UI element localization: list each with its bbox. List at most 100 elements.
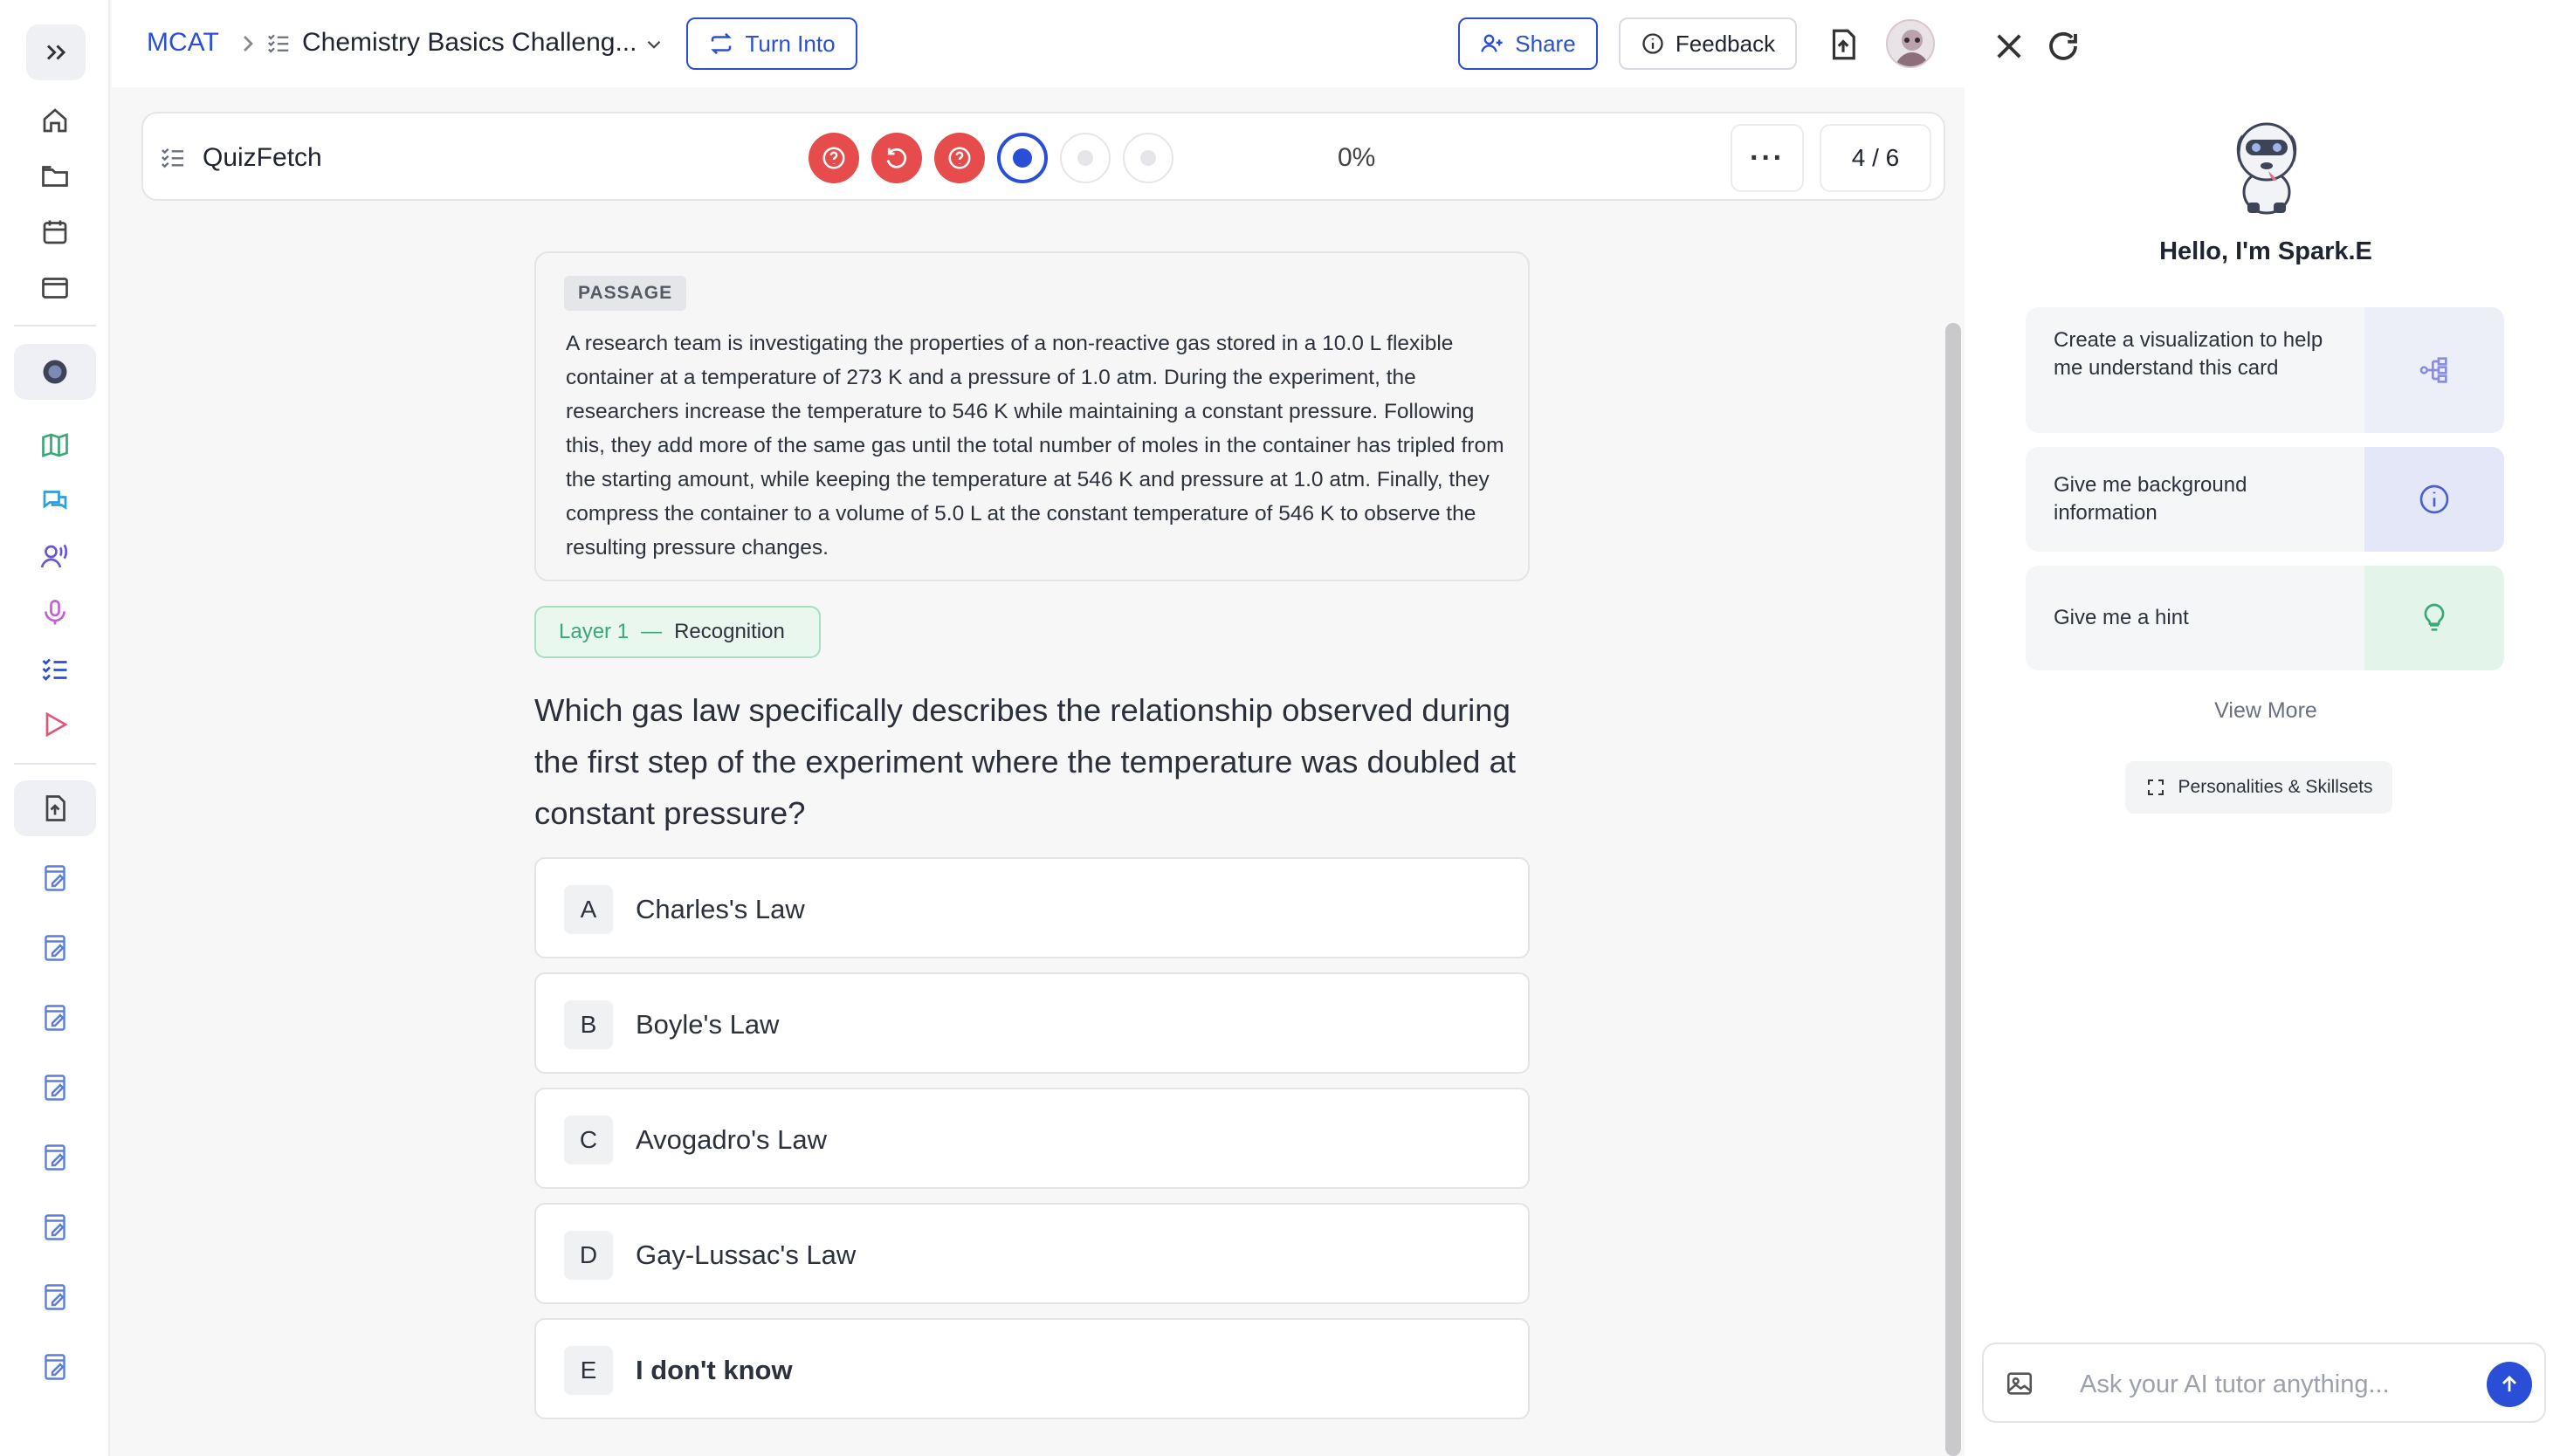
refresh-icon[interactable] bbox=[2045, 28, 2082, 65]
document-edit-icon bbox=[45, 865, 65, 891]
voice-tutor-nav[interactable] bbox=[14, 529, 96, 585]
upload-nav[interactable] bbox=[14, 780, 96, 836]
add-user-icon bbox=[1481, 34, 1503, 52]
info-circle-icon bbox=[1642, 33, 1663, 54]
option-text: Gay-Lussac's Law bbox=[636, 1240, 857, 1270]
question-dot-2[interactable] bbox=[871, 133, 922, 183]
play-icon bbox=[45, 711, 68, 738]
view-more-link[interactable]: View More bbox=[1965, 698, 2567, 724]
chevron-right-icon bbox=[244, 36, 253, 52]
expand-sidebar-button[interactable] bbox=[26, 24, 86, 80]
option-letter: B bbox=[564, 1000, 613, 1049]
left-sidebar bbox=[0, 0, 110, 1456]
sidebar-divider bbox=[14, 763, 96, 765]
main-scrollbar[interactable] bbox=[1945, 323, 1961, 1456]
document-nav[interactable] bbox=[14, 920, 96, 976]
window-nav[interactable] bbox=[14, 260, 96, 316]
question-dot-6[interactable] bbox=[1123, 133, 1173, 183]
suggestion-icon-box bbox=[2364, 566, 2504, 670]
document-nav[interactable] bbox=[14, 1199, 96, 1255]
suggestion-icon-box bbox=[2364, 307, 2504, 433]
answer-option-a[interactable]: A Charles's Law bbox=[534, 857, 1530, 958]
question-dot-3[interactable] bbox=[934, 133, 985, 183]
undo-icon bbox=[886, 148, 907, 168]
home-nav[interactable] bbox=[14, 93, 96, 148]
chat-nav[interactable] bbox=[14, 473, 96, 529]
quiz-nav[interactable] bbox=[14, 641, 96, 697]
repeat-icon bbox=[711, 32, 733, 55]
question-dot-1[interactable] bbox=[809, 133, 859, 183]
suggestion-background-info[interactable]: Give me background information bbox=[2026, 447, 2504, 552]
suggestion-visualization[interactable]: Create a visualization to help me unders… bbox=[2026, 307, 2504, 433]
passage-tag: PASSAGE bbox=[564, 276, 687, 311]
avatar-image bbox=[1895, 30, 1930, 66]
document-nav[interactable] bbox=[14, 1130, 96, 1185]
document-nav[interactable] bbox=[14, 850, 96, 906]
record-nav[interactable] bbox=[14, 585, 96, 641]
send-button[interactable] bbox=[2487, 1362, 2532, 1407]
share-button[interactable]: Share bbox=[1458, 17, 1598, 70]
file-upload-icon bbox=[45, 795, 65, 821]
ai-tutor-panel: Hello, I'm Spark.E Create a visualizatio… bbox=[1965, 0, 2567, 1456]
more-options-button[interactable]: ··· bbox=[1731, 124, 1804, 192]
option-letter: C bbox=[564, 1116, 613, 1164]
layer-label: Layer 1 bbox=[559, 620, 630, 643]
diagram-icon bbox=[2419, 357, 2447, 383]
feedback-button[interactable]: Feedback bbox=[1619, 17, 1797, 70]
chat-bubbles-icon bbox=[43, 491, 67, 511]
document-edit-icon bbox=[45, 1354, 65, 1380]
map-icon bbox=[42, 433, 68, 457]
file-upload-icon[interactable] bbox=[1825, 26, 1862, 63]
document-nav[interactable] bbox=[14, 1339, 96, 1395]
personalities-button[interactable]: Personalities & Skillsets bbox=[2125, 761, 2392, 814]
double-chevron-right-icon bbox=[46, 45, 66, 60]
answer-option-e[interactable]: E I don't know bbox=[534, 1318, 1530, 1419]
close-icon[interactable] bbox=[1991, 28, 2027, 65]
document-edit-icon bbox=[45, 1284, 65, 1310]
assistant-greeting: Hello, I'm Spark.E bbox=[2159, 237, 2372, 265]
option-text: Charles's Law bbox=[636, 894, 805, 924]
document-nav[interactable] bbox=[14, 990, 96, 1046]
home-icon bbox=[43, 108, 67, 133]
folder-icon bbox=[42, 166, 68, 187]
checklist-icon bbox=[162, 148, 183, 168]
spark-mascot-logo bbox=[2236, 122, 2297, 215]
document-edit-icon bbox=[45, 1075, 65, 1101]
answer-option-c[interactable]: C Avogadro's Law bbox=[534, 1088, 1530, 1189]
breadcrumb-title[interactable]: Chemistry Basics Challeng... bbox=[302, 28, 637, 58]
breadcrumb-root-link[interactable]: MCAT bbox=[147, 28, 219, 58]
share-label: Share bbox=[1515, 30, 1576, 57]
image-upload-icon[interactable] bbox=[2005, 1369, 2034, 1398]
answer-option-b[interactable]: B Boyle's Law bbox=[534, 972, 1530, 1074]
turn-into-button[interactable]: Turn Into bbox=[686, 17, 857, 70]
user-avatar[interactable] bbox=[1886, 19, 1935, 68]
option-text: Avogadro's Law bbox=[636, 1124, 828, 1155]
chevron-down-icon[interactable] bbox=[643, 33, 665, 56]
sidebar-divider bbox=[14, 325, 96, 326]
progress-percent: 0% bbox=[1338, 143, 1376, 172]
microphone-icon bbox=[45, 600, 65, 625]
quiz-toolbar: QuizFetch 0% ··· 4 / 6 bbox=[141, 112, 1945, 201]
top-bar: MCAT Chemistry Basics Challeng... Turn I… bbox=[112, 0, 1965, 87]
layer-separator: — bbox=[641, 620, 663, 643]
map-nav[interactable] bbox=[14, 417, 96, 473]
question-dot-4-current[interactable] bbox=[997, 133, 1048, 183]
layer-name: Recognition bbox=[674, 620, 785, 643]
document-nav[interactable] bbox=[14, 1269, 96, 1325]
chat-input-placeholder[interactable]: Ask your AI tutor anything... bbox=[2080, 1370, 2390, 1399]
arrow-up-icon bbox=[2502, 1375, 2516, 1392]
chat-input-box[interactable]: Ask your AI tutor anything... bbox=[1982, 1343, 2546, 1423]
personalities-label: Personalities & Skillsets bbox=[2178, 777, 2373, 797]
passage-text: A research team is investigating the pro… bbox=[566, 332, 1504, 560]
layer-badge: Layer 1 — Recognition bbox=[534, 606, 821, 658]
expand-icon bbox=[2147, 780, 2164, 795]
spark-nav[interactable] bbox=[14, 344, 96, 400]
answer-option-d[interactable]: D Gay-Lussac's Law bbox=[534, 1203, 1530, 1304]
question-dot-5[interactable] bbox=[1060, 133, 1111, 183]
calendar-nav[interactable] bbox=[14, 204, 96, 260]
option-text: I don't know bbox=[636, 1355, 793, 1385]
folders-nav[interactable] bbox=[14, 148, 96, 204]
document-nav[interactable] bbox=[14, 1060, 96, 1116]
suggestion-hint[interactable]: Give me a hint bbox=[2026, 566, 2504, 670]
play-nav[interactable] bbox=[14, 697, 96, 752]
